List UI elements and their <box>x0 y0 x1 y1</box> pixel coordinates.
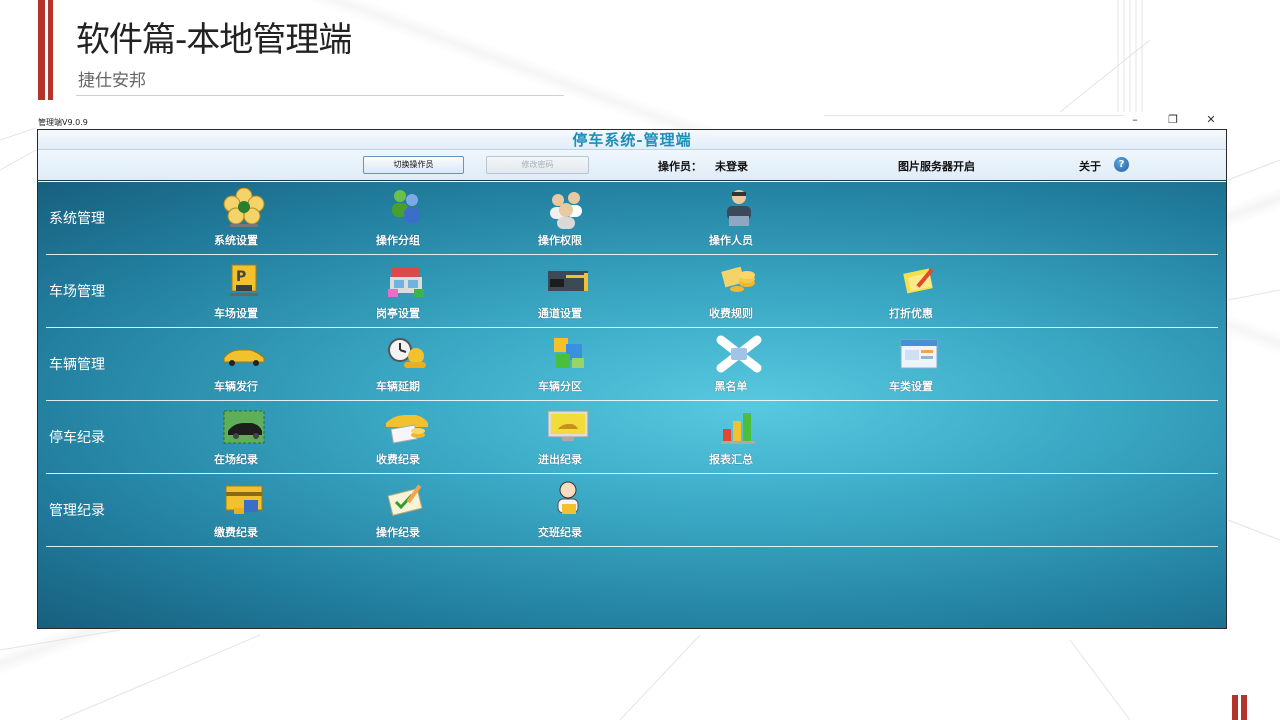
section-parking-lot: 车场管理 P 车场设置 岗亭设置 通道设置 收费规则 打折优惠 <box>46 255 1218 328</box>
tile-lot-settings[interactable]: P 车场设置 <box>191 261 281 325</box>
coins-icon <box>721 266 755 292</box>
group-icon <box>392 190 420 223</box>
tile-label: 操作权限 <box>538 234 582 247</box>
tile-label: 车类设置 <box>889 380 933 393</box>
handover-icon <box>557 481 579 514</box>
section-management-records: 管理纪录 缴费纪录 操作纪录 交班纪录 <box>46 474 1218 547</box>
tile-label: 操作人员 <box>709 234 753 247</box>
operator-icon <box>727 190 751 226</box>
tile-label: 岗亭设置 <box>376 307 420 320</box>
window-title: 管理端V9.0.9 <box>38 118 88 127</box>
help-icon[interactable]: ? <box>1114 157 1129 172</box>
tile-discount[interactable]: 打折优惠 <box>866 261 956 325</box>
operator-label: 操作员： <box>658 160 702 173</box>
change-password-button[interactable]: 修改密码 <box>486 156 589 174</box>
main-menu-panel: 系统管理 系统设置 操作分组 操作权限 操作人员 车场管理 P 车场设置 岗亭设… <box>38 182 1226 628</box>
tile-label: 车辆分区 <box>538 380 582 393</box>
window-top-border <box>824 115 1124 116</box>
section-label: 车辆管理 <box>49 357 105 373</box>
tile-label: 收费纪录 <box>376 453 420 466</box>
tile-shift-record[interactable]: 交班纪录 <box>515 480 605 544</box>
app-window: 停车系统-管理端 切换操作员 修改密码 操作员： 未登录 图片服务器开启 关于 … <box>37 129 1227 629</box>
tile-vehicle-extend[interactable]: 车辆延期 <box>353 334 443 398</box>
tile-label: 黑名单 <box>714 380 748 393</box>
tile-label: 车场设置 <box>214 307 258 320</box>
section-label: 停车纪录 <box>49 430 105 446</box>
tile-label: 进出纪录 <box>538 453 582 466</box>
section-parking-records: 停车纪录 在场纪录 收费纪录 进出纪录 报表汇总 <box>46 401 1218 474</box>
gear-flower-icon <box>223 188 265 227</box>
tile-label: 通道设置 <box>538 307 582 320</box>
corner-accent <box>1241 695 1247 720</box>
payment-card-icon <box>225 485 263 514</box>
section-system: 系统管理 系统设置 操作分组 操作权限 操作人员 <box>46 182 1218 255</box>
users-icon <box>550 192 582 229</box>
tile-label: 车辆发行 <box>214 380 258 393</box>
tile-operation-staff[interactable]: 操作人员 <box>686 188 776 252</box>
tile-blacklist[interactable]: 黑名单 <box>686 334 776 398</box>
tile-lane-settings[interactable]: 通道设置 <box>515 261 605 325</box>
tile-label: 缴费纪录 <box>214 526 258 539</box>
tile-label: 交班纪录 <box>538 526 582 539</box>
tile-report-summary[interactable]: 报表汇总 <box>686 407 776 471</box>
tile-system-settings[interactable]: 系统设置 <box>191 188 281 252</box>
tile-label: 车辆延期 <box>376 380 420 393</box>
tile-label: 在场纪录 <box>214 453 258 466</box>
section-label: 车场管理 <box>49 284 105 300</box>
tile-label: 系统设置 <box>214 234 258 247</box>
section-vehicle: 车辆管理 车辆发行 车辆延期 车辆分区 黑名单 车类设置 <box>46 328 1218 401</box>
monitor-icon <box>547 410 589 441</box>
tile-vehicle-zone[interactable]: 车辆分区 <box>515 334 605 398</box>
tile-label: 报表汇总 <box>709 453 753 466</box>
section-label: 系统管理 <box>49 211 105 227</box>
booth-icon <box>388 267 424 297</box>
tile-inout-record[interactable]: 进出纪录 <box>515 407 605 471</box>
tile-operation-group[interactable]: 操作分组 <box>353 188 443 252</box>
tile-label: 打折优惠 <box>889 307 933 320</box>
operator-value: 未登录 <box>715 160 748 173</box>
image-server-status[interactable]: 图片服务器开启 <box>898 158 975 174</box>
parking-sign-icon: P <box>230 264 258 296</box>
toolbar: 切换操作员 修改密码 操作员： 未登录 图片服务器开启 关于 ? <box>38 150 1226 181</box>
map-icon <box>554 338 584 368</box>
coupon-icon <box>903 268 934 294</box>
tile-onsite-record[interactable]: 在场纪录 <box>191 407 281 471</box>
minimize-button[interactable]: – <box>1128 113 1142 127</box>
tile-vehicle-type[interactable]: 车类设置 <box>866 334 956 398</box>
tile-operation-record[interactable]: 操作纪录 <box>353 480 443 544</box>
tile-operation-permission[interactable]: 操作权限 <box>515 188 605 252</box>
switch-operator-button[interactable]: 切换操作员 <box>363 156 464 174</box>
checklist-icon <box>387 484 423 516</box>
card-icon <box>900 339 938 369</box>
gate-icon <box>548 271 588 291</box>
car-icon <box>223 349 265 366</box>
accent-bar <box>48 0 53 100</box>
restore-button[interactable]: ❐ <box>1166 113 1180 127</box>
window-controls: – ❐ ✕ <box>1128 113 1218 127</box>
tile-fee-rules[interactable]: 收费规则 <box>686 261 776 325</box>
about-link[interactable]: 关于 <box>1079 158 1101 174</box>
corner-accent <box>1232 695 1238 720</box>
blocked-car-icon <box>716 335 762 373</box>
clock-icon <box>388 338 426 368</box>
tile-booth-settings[interactable]: 岗亭设置 <box>353 261 443 325</box>
section-label: 管理纪录 <box>49 503 105 519</box>
title-divider <box>76 95 564 96</box>
app-header-title: 停车系统-管理端 <box>38 130 1226 150</box>
tile-payment-record[interactable]: 缴费纪录 <box>191 480 281 544</box>
svg-text:P: P <box>236 269 246 285</box>
tile-label: 操作分组 <box>376 234 420 247</box>
tile-label: 收费规则 <box>709 307 753 320</box>
tile-label: 操作纪录 <box>376 526 420 539</box>
car-photo-icon <box>223 410 265 444</box>
accent-bar <box>38 0 45 100</box>
tile-fee-record[interactable]: 收费纪录 <box>353 407 443 471</box>
close-button[interactable]: ✕ <box>1204 113 1218 127</box>
tile-vehicle-issue[interactable]: 车辆发行 <box>191 334 281 398</box>
receipt-icon <box>386 415 428 444</box>
slide-subtitle: 捷仕安邦 <box>78 71 146 91</box>
bar-chart-icon <box>721 413 755 444</box>
slide-title: 软件篇-本地管理端 <box>76 20 352 60</box>
